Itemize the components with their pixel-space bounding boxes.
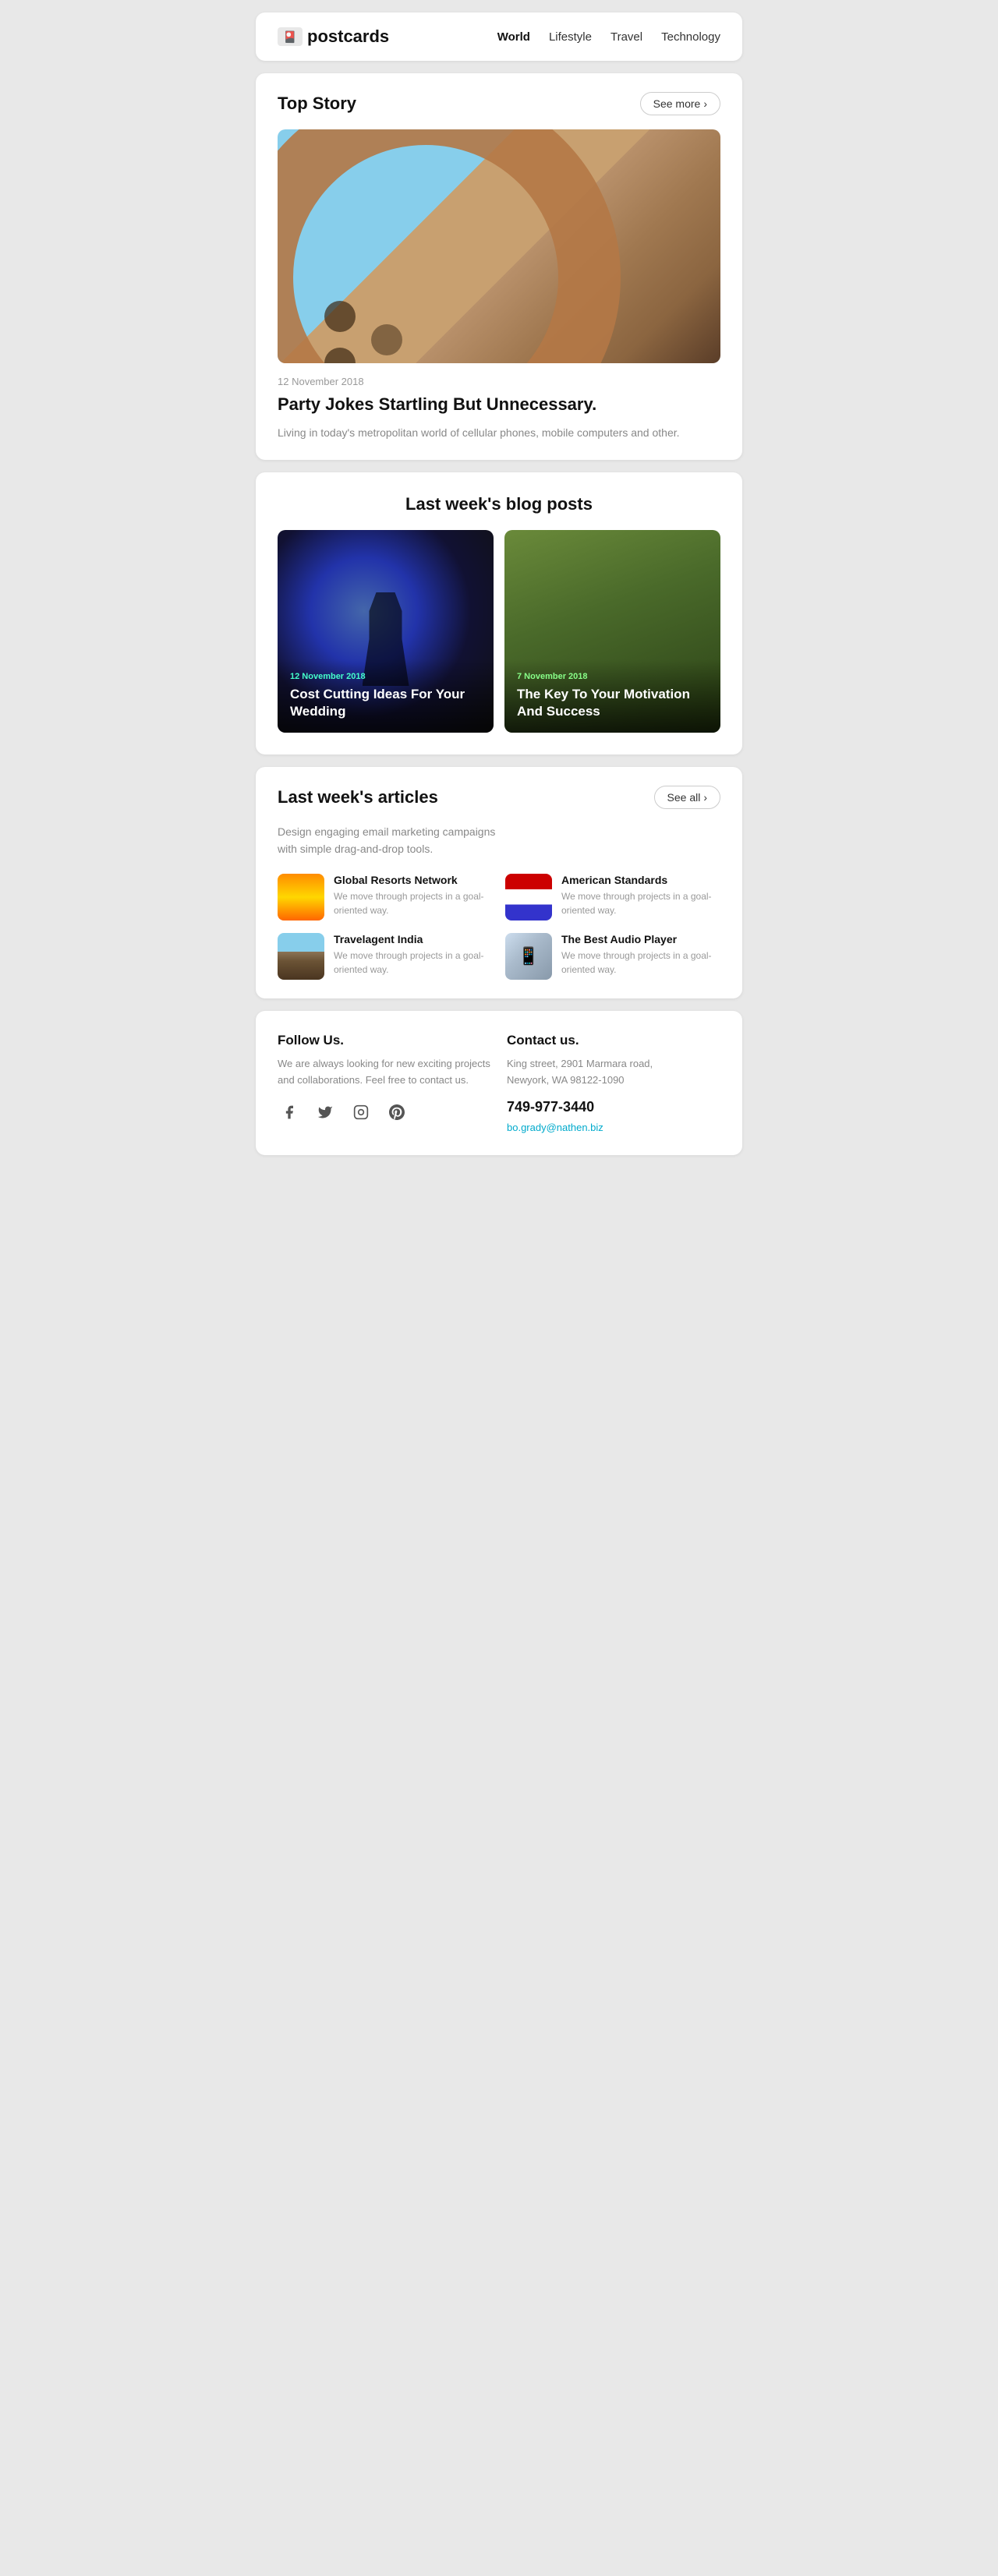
facebook-icon[interactable] <box>278 1101 301 1124</box>
follow-desc: We are always looking for new exciting p… <box>278 1056 491 1089</box>
contact-address: King street, 2901 Marmara road,Newyork, … <box>507 1056 720 1089</box>
instagram-icon[interactable] <box>349 1101 373 1124</box>
social-icons <box>278 1101 491 1124</box>
article-item-1[interactable]: Global Resorts Network We move through p… <box>278 874 493 921</box>
article-item-1-content: Global Resorts Network We move through p… <box>334 874 493 917</box>
article-thumb-4 <box>505 933 552 980</box>
blog-grid: 12 November 2018 Cost Cutting Ideas For … <box>278 530 720 733</box>
articles-title: Last week's articles <box>278 787 438 807</box>
contact-phone: 749-977-3440 <box>507 1099 720 1115</box>
articles-description: Design engaging email marketing campaign… <box>278 823 720 858</box>
article-item-4-title: The Best Audio Player <box>561 933 720 945</box>
hero-image-visual <box>278 129 720 363</box>
articles-grid: Global Resorts Network We move through p… <box>278 874 720 980</box>
article-item-3[interactable]: Travelagent India We move through projec… <box>278 933 493 980</box>
blog-item-1[interactable]: 12 November 2018 Cost Cutting Ideas For … <box>278 530 494 733</box>
article-date: 12 November 2018 <box>278 376 720 387</box>
contact-title: Contact us. <box>507 1033 720 1048</box>
top-story-title: Top Story <box>278 94 356 114</box>
footer-grid: Follow Us. We are always looking for new… <box>278 1033 720 1134</box>
logo-icon: 🎴 <box>278 27 303 46</box>
blog-item-2-overlay: 7 November 2018 The Key To Your Motivati… <box>504 659 720 733</box>
nav-technology[interactable]: Technology <box>661 30 720 44</box>
blog-item-2-date: 7 November 2018 <box>517 672 708 681</box>
footer-contact-col: Contact us. King street, 2901 Marmara ro… <box>507 1033 720 1134</box>
see-more-button[interactable]: See more › <box>640 92 720 115</box>
header: 🎴 postcards World Lifestyle Travel Techn… <box>256 12 742 61</box>
article-item-3-title: Travelagent India <box>334 933 493 945</box>
article-thumb-3 <box>278 933 324 980</box>
blog-posts-title: Last week's blog posts <box>278 494 720 514</box>
follow-title: Follow Us. <box>278 1033 491 1048</box>
footer-card: Follow Us. We are always looking for new… <box>256 1011 742 1156</box>
top-story-header: Top Story See more › <box>278 92 720 115</box>
footer-section: Follow Us. We are always looking for new… <box>256 1011 742 1156</box>
hero-image <box>278 129 720 363</box>
blog-posts-section: Last week's blog posts 12 November 2018 … <box>256 472 742 754</box>
blog-item-1-date: 12 November 2018 <box>290 672 481 681</box>
nav-lifestyle[interactable]: Lifestyle <box>549 30 592 44</box>
article-item-4[interactable]: The Best Audio Player We move through pr… <box>505 933 720 980</box>
logo[interactable]: 🎴 postcards <box>278 27 389 47</box>
contact-email[interactable]: bo.grady@nathen.biz <box>507 1122 720 1133</box>
blog-item-2-title: The Key To Your Motivation And Success <box>517 686 708 720</box>
article-thumb-1 <box>278 874 324 921</box>
articles-card: Last week's articles See all › Design en… <box>256 767 742 998</box>
chevron-right-icon-2: › <box>703 791 707 804</box>
article-item-1-desc: We move through projects in a goal-orien… <box>334 889 493 917</box>
see-all-label: See all <box>667 791 701 804</box>
main-nav: World Lifestyle Travel Technology <box>497 30 720 44</box>
blog-item-2[interactable]: 7 November 2018 The Key To Your Motivati… <box>504 530 720 733</box>
blog-item-1-title: Cost Cutting Ideas For Your Wedding <box>290 686 481 720</box>
article-item-2[interactable]: American Standards We move through proje… <box>505 874 720 921</box>
chevron-right-icon: › <box>703 97 707 110</box>
blog-item-1-overlay: 12 November 2018 Cost Cutting Ideas For … <box>278 659 494 733</box>
article-item-2-title: American Standards <box>561 874 720 886</box>
top-story-card: Top Story See more › 12 November 2018 Pa… <box>256 73 742 460</box>
top-story-section: Top Story See more › 12 November 2018 Pa… <box>256 73 742 460</box>
article-thumb-2 <box>505 874 552 921</box>
pinterest-icon[interactable] <box>385 1101 409 1124</box>
article-excerpt: Living in today's metropolitan world of … <box>278 424 720 441</box>
article-item-2-content: American Standards We move through proje… <box>561 874 720 917</box>
article-item-4-desc: We move through projects in a goal-orien… <box>561 949 720 977</box>
twitter-icon[interactable] <box>313 1101 337 1124</box>
nav-world[interactable]: World <box>497 30 530 44</box>
article-item-3-content: Travelagent India We move through projec… <box>334 933 493 977</box>
articles-header: Last week's articles See all › <box>278 786 720 809</box>
see-more-label: See more <box>653 97 701 110</box>
logo-text: postcards <box>307 27 389 47</box>
article-item-2-desc: We move through projects in a goal-orien… <box>561 889 720 917</box>
article-title: Party Jokes Startling But Unnecessary. <box>278 394 720 416</box>
nav-travel[interactable]: Travel <box>610 30 642 44</box>
article-item-3-desc: We move through projects in a goal-orien… <box>334 949 493 977</box>
article-item-4-content: The Best Audio Player We move through pr… <box>561 933 720 977</box>
see-all-button[interactable]: See all › <box>654 786 720 809</box>
articles-section: Last week's articles See all › Design en… <box>256 767 742 998</box>
header-card: 🎴 postcards World Lifestyle Travel Techn… <box>256 12 742 61</box>
article-item-1-title: Global Resorts Network <box>334 874 493 886</box>
footer-follow-col: Follow Us. We are always looking for new… <box>278 1033 491 1134</box>
blog-posts-card: Last week's blog posts 12 November 2018 … <box>256 472 742 754</box>
